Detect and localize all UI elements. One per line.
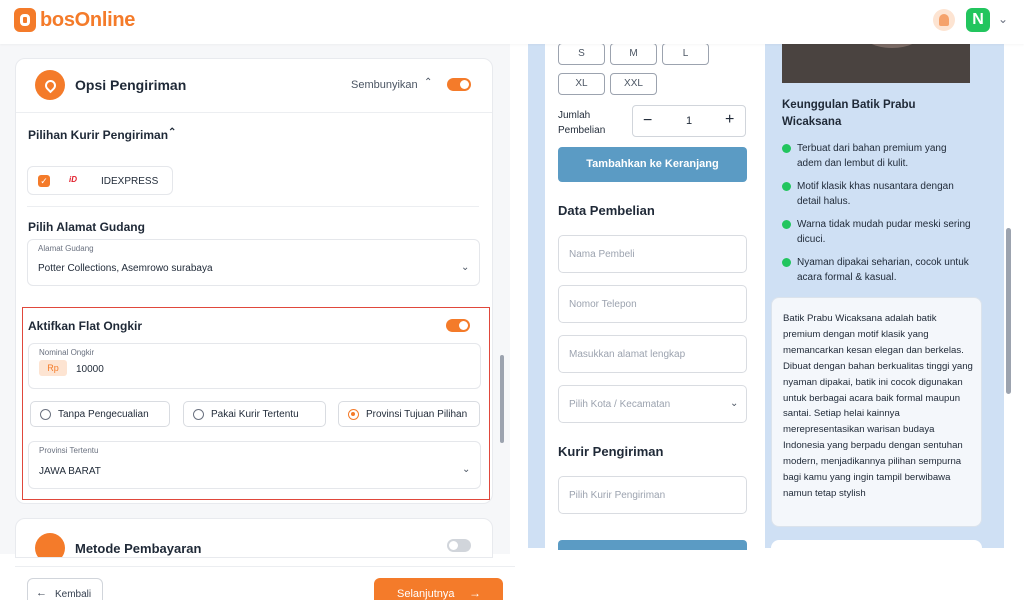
shipping-toggle[interactable] bbox=[447, 78, 471, 91]
quantity-stepper: − 1 + bbox=[632, 105, 746, 137]
top-bar: bosOnline N ⌄ bbox=[0, 0, 1024, 44]
advantage-text: Nyaman dipakai seharian, cocok untuk aca… bbox=[797, 257, 969, 283]
quantity-label: Jumlah Pembelian bbox=[558, 110, 606, 136]
warehouse-value: Potter Collections, Asemrowo surabaya bbox=[38, 263, 213, 274]
warehouse-select[interactable]: Alamat Gudang Potter Collections, Asemro… bbox=[27, 239, 480, 286]
city-select[interactable]: Pilih Kota / Kecamatan ⌄ bbox=[558, 385, 747, 423]
chevron-down-icon[interactable]: ⌄ bbox=[998, 12, 1008, 26]
add-to-cart-button[interactable]: Tambahkan ke Keranjang bbox=[558, 147, 747, 182]
hide-section-button[interactable]: Sembunyikan bbox=[351, 79, 418, 91]
minus-button[interactable]: − bbox=[643, 112, 652, 130]
advantage-text: Warna tidak mudah pudar meski sering dic… bbox=[797, 219, 971, 245]
radio-unselected-icon[interactable] bbox=[40, 409, 51, 420]
checkbox-checked-icon[interactable]: ✓ bbox=[38, 175, 50, 187]
chevron-down-icon: ⌄ bbox=[730, 398, 739, 409]
check-circle-icon bbox=[782, 144, 791, 153]
courier-heading: Kurir Pengiriman bbox=[558, 444, 664, 459]
product-description-card: Batik Prabu Wicaksana adalah batik premi… bbox=[771, 297, 982, 527]
payment-card-title: Metode Pembayaran bbox=[75, 541, 202, 556]
checkout-button[interactable] bbox=[558, 540, 747, 550]
radio-unselected-icon[interactable] bbox=[193, 409, 204, 420]
size-option[interactable]: L bbox=[662, 43, 709, 65]
back-label: Kembali bbox=[55, 589, 92, 600]
warehouse-section-label: Pilih Alamat Gudang bbox=[28, 220, 145, 234]
advantage-text: Motif klasik khas nusantara dengan detai… bbox=[797, 181, 954, 207]
payment-toggle[interactable] bbox=[447, 539, 471, 552]
radio-selected-province[interactable]: Provinsi Tujuan Pilihan bbox=[338, 401, 480, 427]
input-placeholder: Masukkan alamat lengkap bbox=[569, 349, 686, 360]
advantage-text: Terbuat dari bahan premium yang adem dan… bbox=[797, 143, 947, 169]
input-placeholder: Nama Pembeli bbox=[569, 249, 635, 260]
radio-label: Pakai Kurir Tertentu bbox=[211, 409, 299, 420]
province-field-label: Provinsi Tertentu bbox=[39, 446, 99, 455]
check-circle-icon bbox=[782, 220, 791, 229]
logo-mark-icon bbox=[14, 8, 36, 32]
arrow-left-icon: ← bbox=[36, 587, 47, 599]
chevron-down-icon: ⌄ bbox=[461, 262, 470, 273]
province-select[interactable]: Provinsi Tertentu JAWA BARAT ⌄ bbox=[28, 441, 481, 489]
courier-select[interactable]: Pilih Kurir Pengiriman bbox=[558, 476, 747, 514]
purchase-data-heading: Data Pembelian bbox=[558, 203, 655, 218]
check-circle-icon bbox=[782, 258, 791, 267]
chevron-up-icon[interactable]: ⌃ bbox=[424, 77, 432, 88]
shipping-card-header: Opsi Pengiriman Sembunyikan ⌃ bbox=[16, 59, 492, 113]
preview-scrollbar[interactable] bbox=[1006, 228, 1011, 394]
idexpress-logo: iD bbox=[69, 175, 77, 184]
back-button[interactable]: ← Kembali bbox=[27, 578, 103, 600]
left-scrollbar[interactable] bbox=[500, 355, 504, 443]
add-to-cart-label: Tambahkan ke Keranjang bbox=[586, 158, 719, 170]
province-value: JAWA BARAT bbox=[39, 466, 101, 477]
size-option[interactable]: S bbox=[558, 43, 605, 65]
radio-label: Provinsi Tujuan Pilihan bbox=[366, 409, 468, 420]
phone-input[interactable]: Nomor Telepon bbox=[558, 285, 747, 323]
amount-value[interactable]: 10000 bbox=[76, 364, 104, 375]
payment-icon bbox=[35, 533, 65, 557]
flat-shipping-section: Aktifkan Flat Ongkir Nominal Ongkir Rp 1… bbox=[22, 307, 490, 500]
user-avatar[interactable]: N bbox=[966, 8, 990, 32]
payment-method-card[interactable]: Metode Pembayaran bbox=[15, 518, 493, 558]
courier-option-idexpress[interactable]: ✓ iD IDEXPRESS bbox=[27, 166, 173, 195]
size-option[interactable]: XXL bbox=[610, 73, 657, 95]
arrow-right-icon: → bbox=[469, 586, 481, 600]
amount-field-label: Nominal Ongkir bbox=[39, 348, 95, 357]
next-preview-card bbox=[771, 540, 982, 560]
plus-button[interactable]: + bbox=[725, 111, 734, 129]
brand-logo[interactable]: bosOnline bbox=[14, 8, 135, 32]
size-option[interactable]: XL bbox=[558, 73, 605, 95]
buyer-name-input[interactable]: Nama Pembeli bbox=[558, 235, 747, 273]
shipping-card-title: Opsi Pengiriman bbox=[75, 77, 187, 93]
chevron-up-icon[interactable]: ⌃ bbox=[168, 127, 176, 138]
product-description: Batik Prabu Wicaksana adalah batik premi… bbox=[783, 313, 973, 499]
shipping-amount-field[interactable]: Nominal Ongkir Rp 10000 bbox=[28, 343, 481, 389]
flat-shipping-toggle[interactable] bbox=[446, 319, 470, 332]
flat-shipping-title: Aktifkan Flat Ongkir bbox=[28, 319, 143, 333]
radio-specific-courier[interactable]: Pakai Kurir Tertentu bbox=[183, 401, 326, 427]
courier-section-label: Pilihan Kurir Pengiriman bbox=[28, 128, 169, 142]
radio-selected-icon[interactable] bbox=[348, 409, 359, 420]
radio-no-exception[interactable]: Tanpa Pengecualian bbox=[30, 401, 170, 427]
input-placeholder: Pilih Kurir Pengiriman bbox=[569, 490, 666, 501]
check-circle-icon bbox=[782, 182, 791, 191]
chevron-down-icon: ⌄ bbox=[462, 464, 471, 475]
next-button[interactable]: Selanjutnya → bbox=[374, 578, 503, 600]
divider bbox=[27, 206, 479, 207]
radio-label: Tanpa Pengecualian bbox=[58, 409, 149, 420]
brand-name: bosOnline bbox=[40, 8, 136, 31]
next-label: Selanjutnya bbox=[397, 588, 455, 600]
input-placeholder: Pilih Kota / Kecamatan bbox=[569, 399, 671, 410]
currency-badge: Rp bbox=[39, 360, 67, 376]
advantages-title: Keunggulan Batik Prabu Wicaksana bbox=[782, 99, 916, 128]
courier-name: IDEXPRESS bbox=[101, 176, 159, 187]
notification-bell-icon[interactable] bbox=[933, 9, 955, 31]
location-pin-icon bbox=[35, 70, 65, 100]
quantity-value: 1 bbox=[686, 115, 693, 127]
size-option[interactable]: M bbox=[610, 43, 657, 65]
warehouse-field-label: Alamat Gudang bbox=[38, 244, 94, 253]
address-input[interactable]: Masukkan alamat lengkap bbox=[558, 335, 747, 373]
input-placeholder: Nomor Telepon bbox=[569, 299, 637, 310]
